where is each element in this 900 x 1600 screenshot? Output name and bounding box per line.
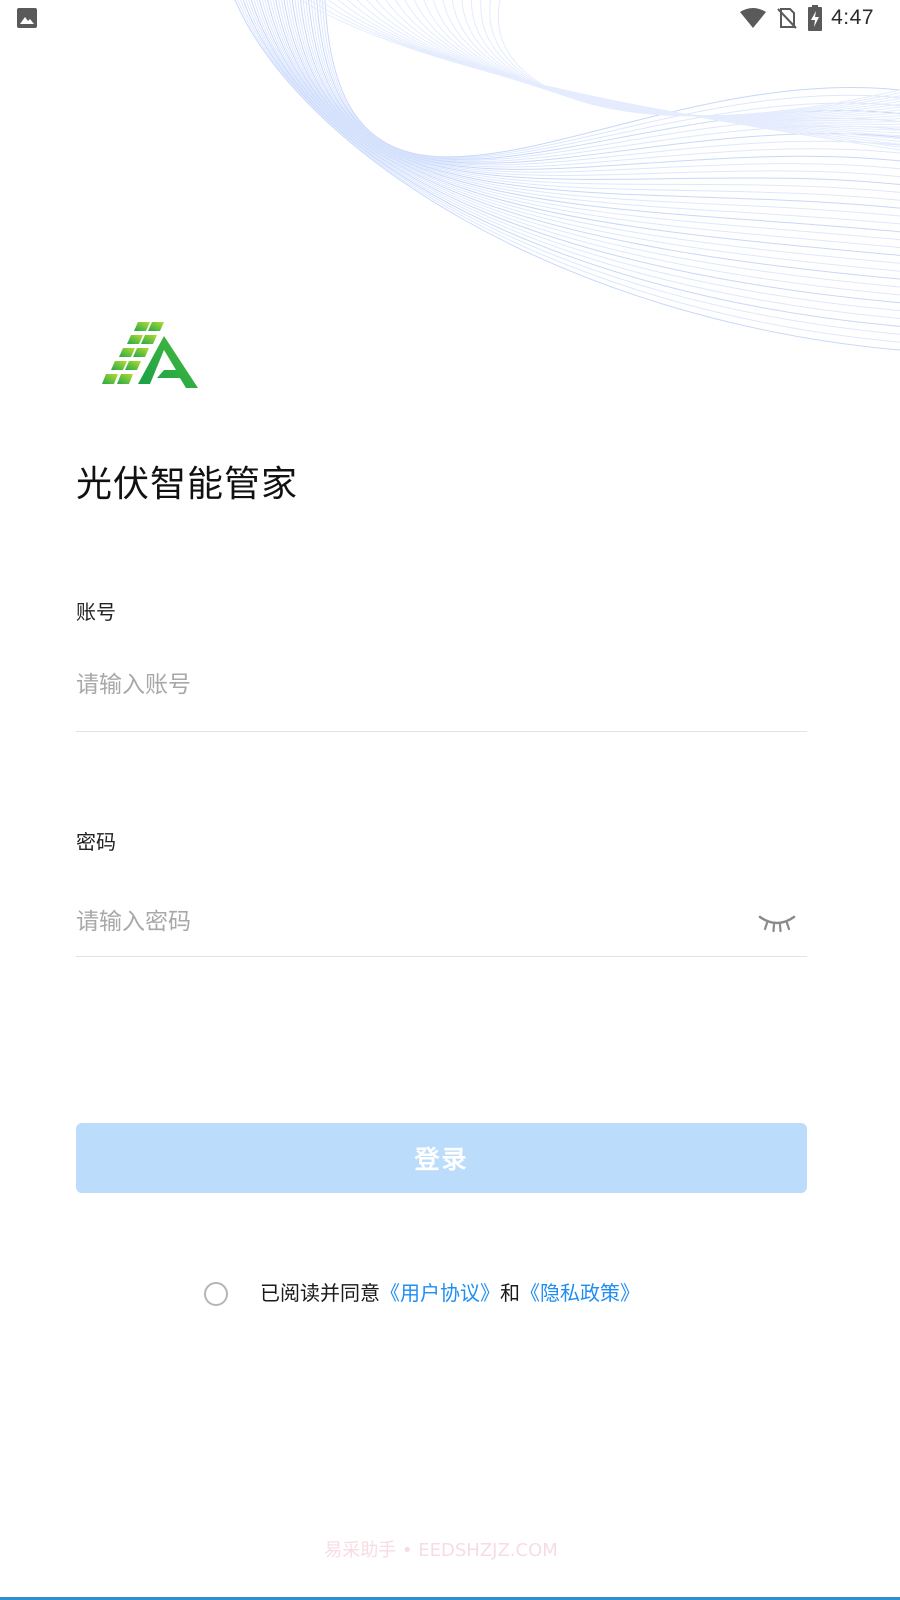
background-wave-line <box>267 0 900 256</box>
app-logo <box>102 322 198 388</box>
background-wave-line <box>269 0 900 249</box>
background-wave-line <box>256 0 900 288</box>
watermark: 易采助手 • EEDSHZJZ.COM <box>324 1540 558 1561</box>
password-underline <box>76 956 807 957</box>
background-wave-line <box>245 0 900 319</box>
login-button[interactable]: 登录 <box>76 1123 807 1193</box>
status-bar: 4:47 <box>0 0 900 36</box>
account-label: 账号 <box>76 600 116 624</box>
app-title: 光伏智能管家 <box>76 464 299 505</box>
status-icons: 4:47 <box>739 4 874 32</box>
background-wave-line <box>248 0 900 312</box>
background-wave-line <box>242 0 900 327</box>
background-wave-line <box>261 0 900 272</box>
background-wave-line <box>250 0 900 304</box>
wifi-icon <box>740 8 767 28</box>
agreement-checkbox[interactable] <box>204 1282 228 1306</box>
background-wave-line <box>237 0 900 343</box>
no-sim-icon <box>777 8 797 29</box>
background-wave-line <box>234 0 900 351</box>
agreement-row: 已阅读并同意 《用户协议》 和 《隐私政策》 <box>204 1276 640 1306</box>
account-underline <box>76 731 807 732</box>
user-agreement-link[interactable]: 《用户协议》 <box>380 1277 500 1306</box>
background-wave-line <box>259 0 900 280</box>
background-wave-line <box>239 0 900 335</box>
background-wave-line <box>253 0 900 296</box>
account-input[interactable] <box>76 662 806 708</box>
gallery-icon <box>17 8 37 28</box>
agreement-prefix: 已阅读并同意 <box>260 1280 380 1305</box>
privacy-policy-link[interactable]: 《隐私政策》 <box>520 1277 640 1306</box>
password-input[interactable] <box>76 899 736 945</box>
eye-closed-icon[interactable] <box>756 911 798 935</box>
password-label: 密码 <box>76 830 116 854</box>
agreement-conjunction: 和 <box>500 1280 520 1305</box>
battery-charging-icon <box>808 5 823 31</box>
status-time: 4:47 <box>831 6 874 29</box>
background-wave-line <box>264 0 900 264</box>
